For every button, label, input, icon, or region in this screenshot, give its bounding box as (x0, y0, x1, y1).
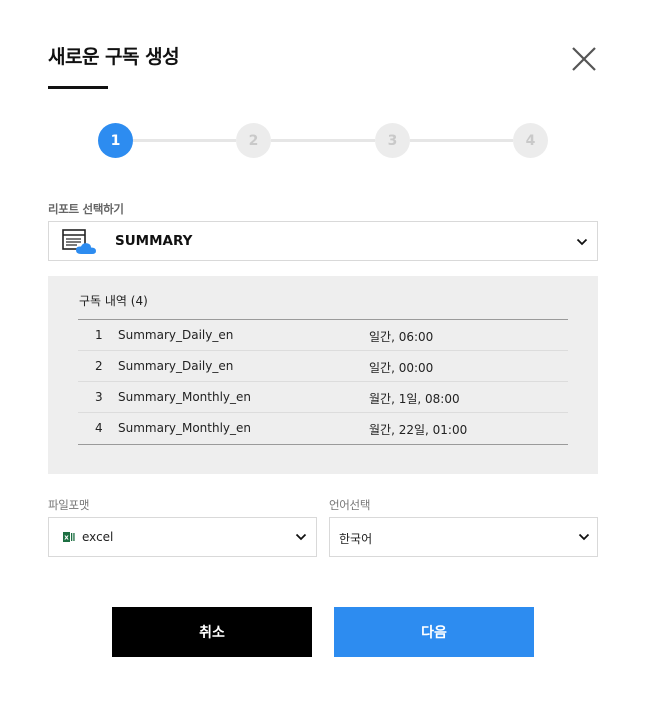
file-format-select[interactable]: x excel (48, 517, 317, 557)
table-row: 4 Summary_Monthly_en 월간, 22일, 01:00 (78, 413, 568, 444)
row-number: 2 (95, 359, 103, 373)
step-connector (271, 139, 375, 142)
table-row: 2 Summary_Daily_en 일간, 00:00 (78, 351, 568, 382)
language-select[interactable]: 한국어 (329, 517, 598, 557)
row-schedule: 일간, 00:00 (369, 361, 434, 375)
svg-text:x: x (64, 534, 69, 542)
report-select-label: 리포트 선택하기 (48, 202, 124, 216)
row-report-name: Summary_Monthly_en (118, 390, 252, 404)
row-number: 4 (95, 421, 103, 435)
close-icon (572, 47, 596, 71)
excel-icon: x (63, 532, 75, 542)
subscription-history-title: 구독 내역 (4) (79, 294, 148, 308)
row-number: 3 (95, 390, 103, 404)
dialog-title: 새로운 구독 생성 (48, 46, 180, 68)
report-select[interactable]: SUMMARY (48, 221, 598, 261)
file-format-value: excel (82, 530, 114, 544)
row-schedule: 월간, 1일, 08:00 (369, 392, 460, 406)
report-selected-value: SUMMARY (115, 233, 193, 249)
language-label: 언어선택 (329, 498, 371, 512)
chevron-down-icon (578, 533, 590, 541)
step-connector (133, 139, 236, 142)
row-schedule: 월간, 22일, 01:00 (369, 423, 468, 437)
chevron-down-icon (295, 533, 307, 541)
row-schedule: 일간, 06:00 (369, 330, 434, 344)
step-1: 1 (98, 123, 133, 158)
file-format-label: 파일포맷 (48, 498, 90, 512)
step-3: 3 (375, 123, 410, 158)
table-row: 1 Summary_Daily_en 일간, 06:00 (78, 320, 568, 351)
next-button[interactable]: 다음 (334, 607, 534, 657)
row-report-name: Summary_Monthly_en (118, 421, 252, 435)
chevron-down-icon (576, 238, 588, 246)
step-connector (410, 139, 513, 142)
report-window-cloud-icon (62, 229, 96, 254)
step-2: 2 (236, 123, 271, 158)
close-button[interactable] (570, 45, 598, 73)
subscription-table: 1 Summary_Daily_en 일간, 06:00 2 Summary_D… (78, 319, 568, 445)
row-report-name: Summary_Daily_en (118, 328, 234, 342)
subscription-history-panel: 구독 내역 (4) 1 Summary_Daily_en 일간, 06:00 2… (48, 276, 598, 474)
row-number: 1 (95, 328, 103, 342)
progress-stepper: 1 2 3 4 (98, 123, 548, 159)
cancel-button[interactable]: 취소 (112, 607, 312, 657)
step-4: 4 (513, 123, 548, 158)
table-row: 3 Summary_Monthly_en 월간, 1일, 08:00 (78, 382, 568, 413)
title-underline (48, 86, 108, 89)
language-value: 한국어 (339, 532, 373, 546)
row-report-name: Summary_Daily_en (118, 359, 234, 373)
